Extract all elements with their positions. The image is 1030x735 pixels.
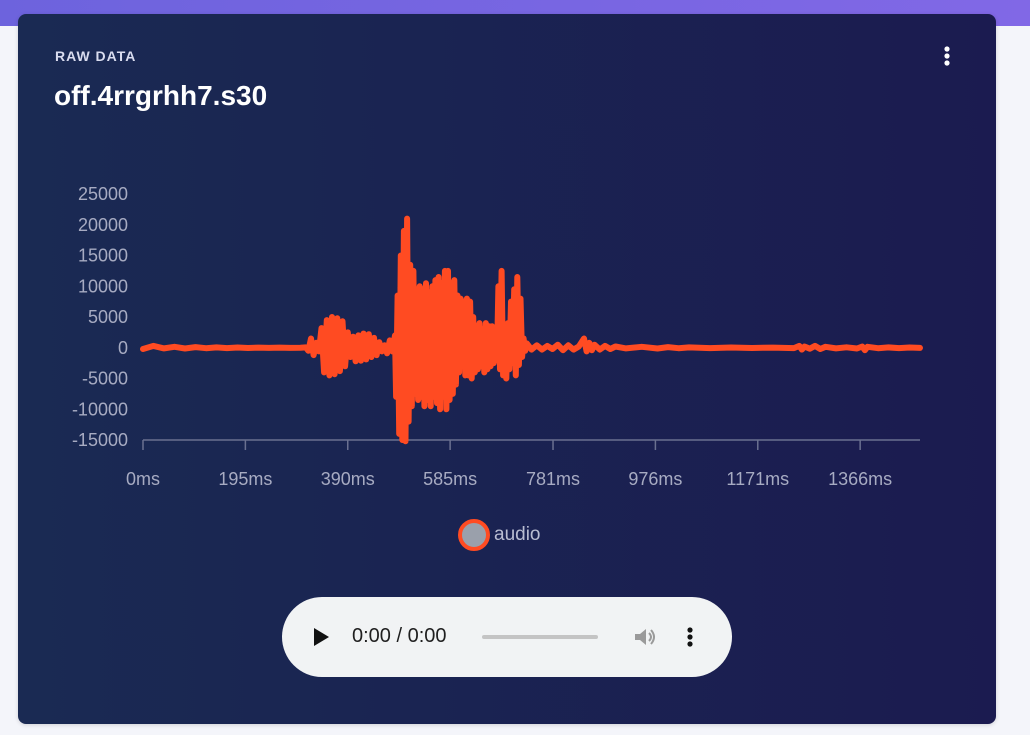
y-tick-label: 0 (118, 338, 128, 358)
audio-player: 0:00 / 0:00 (282, 597, 732, 677)
legend-item-audio[interactable]: audio (458, 519, 541, 551)
y-tick-label: 10000 (78, 276, 128, 296)
x-tick-label: 1171ms (726, 469, 789, 489)
x-tick-label: 585ms (423, 469, 477, 489)
x-tick-label: 976ms (628, 469, 682, 489)
x-axis: 0ms 195ms 390ms 585ms 781ms 976ms 1171ms 1366ms (126, 439, 920, 489)
volume-icon[interactable] (632, 625, 658, 649)
x-tick-label: 0ms (126, 469, 160, 489)
y-tick-label: -5000 (82, 369, 128, 389)
raw-data-card: RAW DATA off.4rrgrhh7.s30 25000 20000 1500… (18, 14, 996, 724)
playback-progress-bar[interactable] (482, 635, 598, 639)
x-tick-label: 1366ms (828, 469, 892, 489)
audio-waveform-line (140, 215, 923, 445)
waveform-chart: 25000 20000 15000 10000 5000 0 -5000 -10000 -150… (72, 184, 923, 489)
x-tick-label: 781ms (526, 469, 580, 489)
y-tick-label: 25000 (78, 184, 128, 204)
y-axis-ticks: 25000 20000 15000 10000 5000 0 -5000 -10000 -150… (72, 184, 128, 450)
y-tick-label: -10000 (72, 399, 128, 419)
player-more-vertical-icon[interactable] (684, 625, 696, 649)
y-tick-label: 5000 (88, 307, 128, 327)
x-tick-label: 195ms (218, 469, 272, 489)
legend-label: audio (494, 524, 541, 545)
playback-time: 0:00 / 0:00 (352, 625, 447, 647)
legend-marker (458, 519, 490, 551)
y-tick-label: -15000 (72, 430, 128, 450)
y-tick-label: 15000 (78, 246, 128, 266)
x-tick-label: 390ms (321, 469, 375, 489)
y-tick-label: 20000 (78, 215, 128, 235)
play-icon[interactable] (310, 625, 332, 649)
